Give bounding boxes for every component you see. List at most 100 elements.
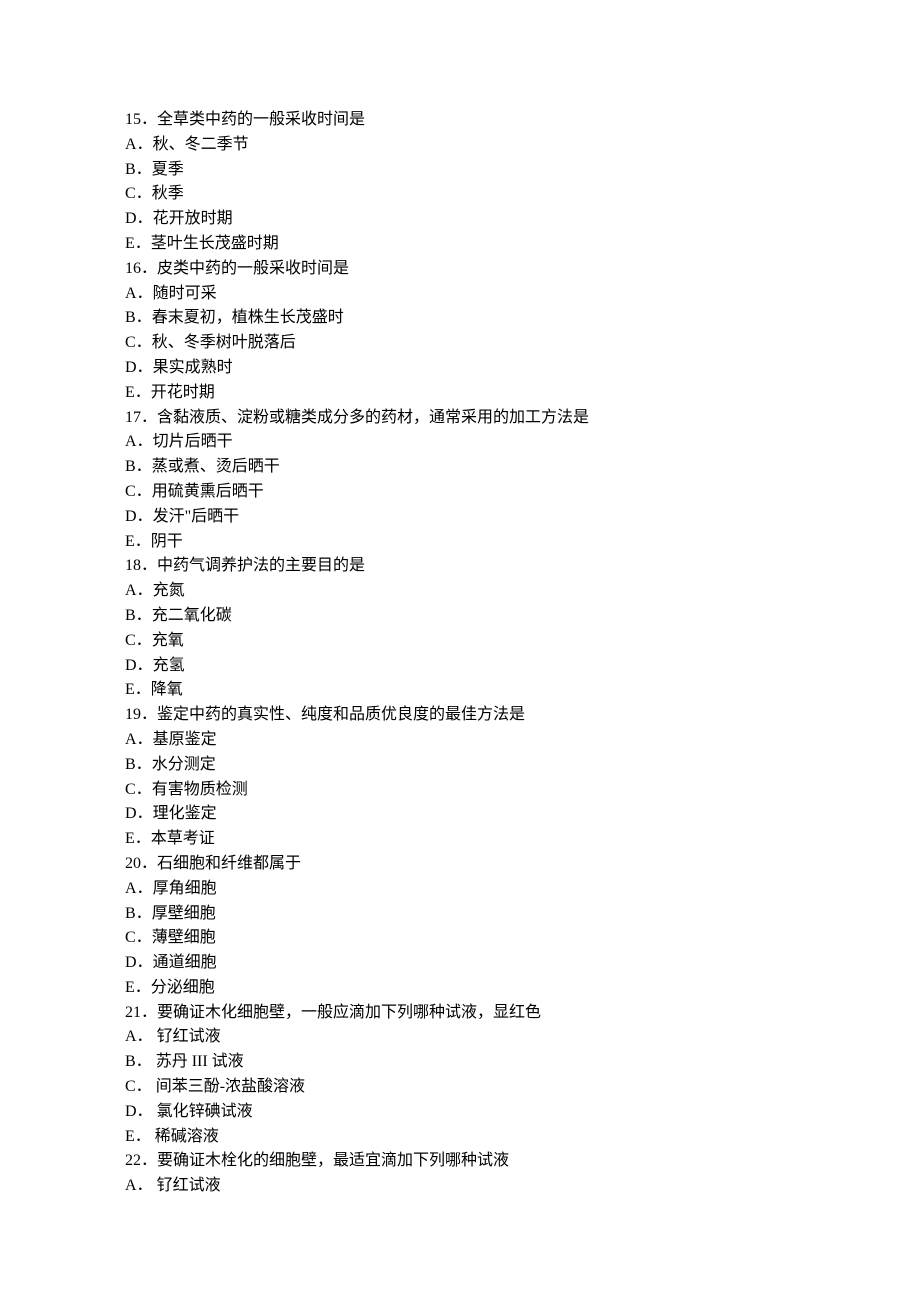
option-letter: A． (125, 1177, 157, 1194)
option: B．夏季 (125, 158, 795, 183)
option-letter: E． (125, 681, 151, 698)
option-text: 充二氧化碳 (152, 607, 232, 624)
option: E． 稀碱溶液 (125, 1125, 795, 1150)
option-letter: E． (125, 533, 151, 550)
option-text: 秋、冬二季节 (153, 136, 249, 153)
option: D． 氯化锌碘试液 (125, 1100, 795, 1125)
option: A．随时可采 (125, 282, 795, 307)
question-number: 21． (125, 1004, 157, 1021)
option: C．秋季 (125, 182, 795, 207)
option-text: 水分测定 (152, 756, 216, 773)
question-text: 全草类中药的一般采收时间是 (157, 111, 365, 128)
option-letter: E． (125, 979, 151, 996)
option-letter: D． (125, 805, 153, 822)
option-text: 稀碱溶液 (155, 1128, 219, 1145)
question-number: 20． (125, 855, 157, 872)
option-text: 花开放时期 (153, 210, 233, 227)
option-text: 充氢 (153, 657, 185, 674)
option: D．充氢 (125, 654, 795, 679)
question-text: 皮类中药的一般采收时间是 (157, 260, 349, 277)
question-stem: 17．含黏液质、淀粉或糖类成分多的药材，通常采用的加工方法是 (125, 406, 795, 431)
option-text: 阴干 (151, 533, 183, 550)
option-text: 分泌细胞 (151, 979, 215, 996)
document-page: 15．全草类中药的一般采收时间是 A．秋、冬二季节 B．夏季 C．秋季 D．花开… (0, 0, 920, 1259)
option: E．降氧 (125, 678, 795, 703)
option-text: 钌红试液 (157, 1177, 221, 1194)
option: A．充氮 (125, 579, 795, 604)
option-text: 氯化锌碘试液 (157, 1103, 253, 1120)
option-letter: A． (125, 136, 153, 153)
option-text: 茎叶生长茂盛时期 (151, 235, 279, 252)
question-text: 要确证木栓化的细胞壁，最适宜滴加下列哪种试液 (157, 1152, 509, 1169)
option: D．花开放时期 (125, 207, 795, 232)
option: C．薄壁细胞 (125, 926, 795, 951)
question-text: 石细胞和纤维都属于 (157, 855, 301, 872)
option: C． 间苯三酚-浓盐酸溶液 (125, 1075, 795, 1100)
question-text: 鉴定中药的真实性、纯度和品质优良度的最佳方法是 (157, 706, 525, 723)
option: B． 苏丹 III 试液 (125, 1050, 795, 1075)
question-stem: 15．全草类中药的一般采收时间是 (125, 108, 795, 133)
option-text: 厚壁细胞 (152, 905, 216, 922)
question-text: 中药气调养护法的主要目的是 (157, 557, 365, 574)
option-text: 春末夏初，植株生长茂盛时 (152, 309, 344, 326)
option: E．本草考证 (125, 827, 795, 852)
option-text: 基原鉴定 (153, 731, 217, 748)
option: A．秋、冬二季节 (125, 133, 795, 158)
option-text: 充氧 (152, 632, 184, 649)
option: D．通道细胞 (125, 951, 795, 976)
option-text: 降氧 (151, 681, 183, 698)
option-text: 随时可采 (153, 285, 217, 302)
option: D．果实成熟时 (125, 356, 795, 381)
option-letter: D． (125, 1103, 157, 1120)
option-text: 理化鉴定 (153, 805, 217, 822)
option-letter: C． (125, 334, 152, 351)
option-letter: B． (125, 1053, 156, 1070)
option: A． 钌红试液 (125, 1025, 795, 1050)
option-letter: A． (125, 433, 153, 450)
option-text: 蒸或煮、烫后晒干 (152, 458, 280, 475)
option-letter: C． (125, 929, 152, 946)
option-letter: A． (125, 731, 153, 748)
option-text: 用硫黄熏后晒干 (152, 483, 264, 500)
question-stem: 22．要确证木栓化的细胞壁，最适宜滴加下列哪种试液 (125, 1149, 795, 1174)
option: E．分泌细胞 (125, 976, 795, 1001)
option: B．蒸或煮、烫后晒干 (125, 455, 795, 480)
option: A． 钌红试液 (125, 1174, 795, 1199)
question-number: 18． (125, 557, 157, 574)
option: C．用硫黄熏后晒干 (125, 480, 795, 505)
option-text: 钌红试液 (157, 1028, 221, 1045)
option: B．充二氧化碳 (125, 604, 795, 629)
option: B．春末夏初，植株生长茂盛时 (125, 306, 795, 331)
option: B．水分测定 (125, 753, 795, 778)
option: A．厚角细胞 (125, 877, 795, 902)
option-letter: E． (125, 235, 151, 252)
option-text: 开花时期 (151, 384, 215, 401)
question-stem: 16．皮类中药的一般采收时间是 (125, 257, 795, 282)
option-text: 夏季 (152, 161, 184, 178)
option-text: 薄壁细胞 (152, 929, 216, 946)
option-letter: B． (125, 161, 152, 178)
question-text: 含黏液质、淀粉或糖类成分多的药材，通常采用的加工方法是 (157, 409, 589, 426)
option-text: 发汗"后晒干 (153, 508, 240, 525)
option: D．理化鉴定 (125, 802, 795, 827)
option: E．开花时期 (125, 381, 795, 406)
option-letter: D． (125, 359, 153, 376)
option-letter: E． (125, 830, 151, 847)
option-text: 秋、冬季树叶脱落后 (152, 334, 296, 351)
option-letter: E． (125, 384, 151, 401)
question-number: 22． (125, 1152, 157, 1169)
question-text: 要确证木化细胞壁，一般应滴加下列哪种试液，显红色 (157, 1004, 541, 1021)
option-letter: D． (125, 210, 153, 227)
option-letter: C． (125, 483, 152, 500)
option-letter: B． (125, 756, 152, 773)
option-letter: A． (125, 880, 153, 897)
option-text: 果实成熟时 (153, 359, 233, 376)
option-letter: E． (125, 1128, 155, 1145)
option-letter: D． (125, 657, 153, 674)
question-number: 15． (125, 111, 157, 128)
question-number: 17． (125, 409, 157, 426)
option: B．厚壁细胞 (125, 902, 795, 927)
question-number: 16． (125, 260, 157, 277)
question-stem: 20．石细胞和纤维都属于 (125, 852, 795, 877)
option: A．基原鉴定 (125, 728, 795, 753)
